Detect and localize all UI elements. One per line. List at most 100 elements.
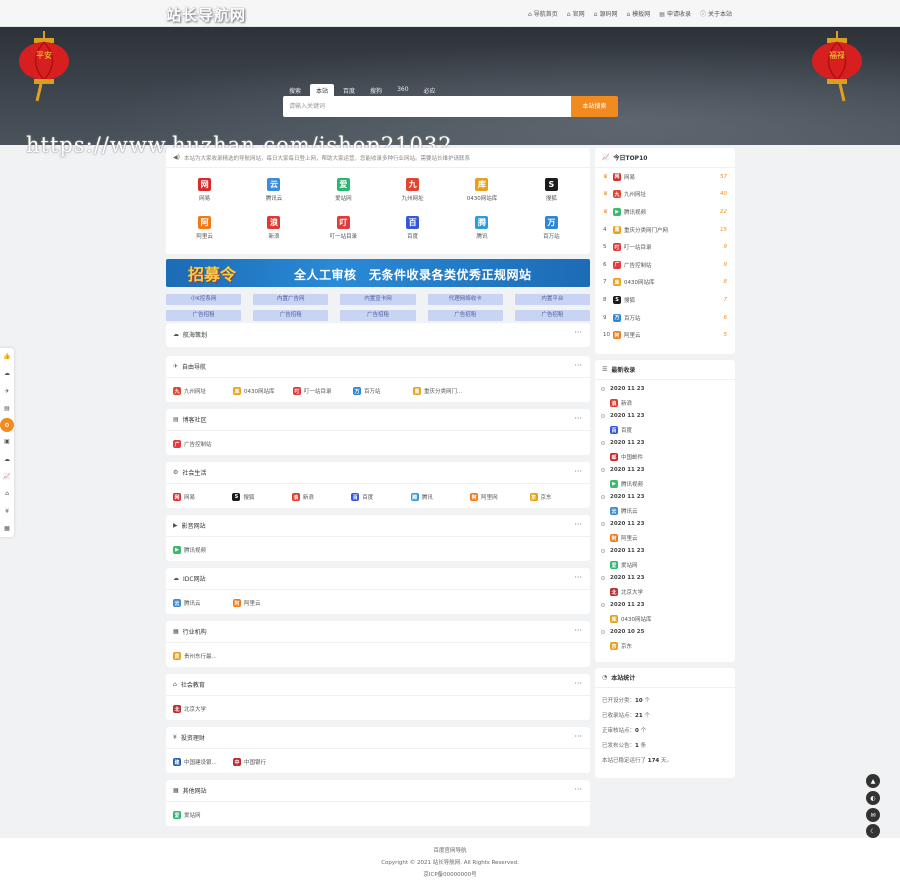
recent-site[interactable]: 百百度 bbox=[610, 424, 735, 438]
site-link[interactable]: 百百度 bbox=[351, 493, 404, 501]
site-link[interactable]: 爱爱站网 bbox=[173, 811, 227, 819]
ad-slot[interactable]: 小K控系网 bbox=[166, 294, 242, 305]
more-icon[interactable]: ··· bbox=[574, 361, 582, 370]
top10-row[interactable]: 10 阿阿里云 5 bbox=[595, 326, 735, 344]
hot-site-item[interactable]: 库 0430网站库 bbox=[447, 174, 516, 212]
recent-site[interactable]: 云腾讯云 bbox=[610, 505, 735, 519]
more-icon[interactable]: ··· bbox=[574, 573, 582, 582]
doc-icon[interactable]: ▤ bbox=[0, 400, 14, 417]
site-link[interactable]: S 搜狐 bbox=[232, 493, 285, 501]
site-link[interactable]: 浪新浪 bbox=[291, 493, 345, 501]
more-icon[interactable]: ··· bbox=[574, 328, 582, 337]
top10-row[interactable]: 5 叮叮一站目录 9 bbox=[595, 238, 735, 256]
recent-item[interactable]: 2020 11 23 库 0430网站库 bbox=[595, 599, 735, 626]
ad-slot[interactable]: 广告招租 bbox=[166, 310, 242, 321]
recent-item[interactable]: 2020 11 23 阿阿里云 bbox=[595, 518, 735, 545]
footer-icp[interactable]: 京ICP备00000000号 bbox=[0, 869, 900, 881]
recruit-banner[interactable]: 招募令 全人工审核 无条件收录各类优秀正规网站 bbox=[166, 259, 590, 287]
recent-site[interactable]: 阿阿里云 bbox=[610, 532, 735, 546]
recent-item[interactable]: 2020 11 23 百百度 bbox=[595, 410, 735, 437]
recent-item[interactable]: 2020 11 23 云腾讯云 bbox=[595, 491, 735, 518]
recent-site[interactable]: ▶ 腾讯视频 bbox=[610, 478, 735, 492]
recent-site[interactable]: 爱爱站网 bbox=[610, 559, 735, 573]
nav-item[interactable]: ⌂ 导航首页 bbox=[528, 9, 558, 18]
hot-site-item[interactable]: 百百度 bbox=[378, 212, 447, 250]
site-link[interactable]: 叮叮一站目录 bbox=[293, 387, 347, 395]
recent-site[interactable]: 浪新浪 bbox=[610, 397, 735, 411]
ad-slot[interactable]: 代理网络收卡 bbox=[427, 294, 503, 305]
hot-site-item[interactable]: 爱爱站网 bbox=[309, 174, 378, 212]
site-link[interactable]: 云腾讯云 bbox=[173, 599, 227, 607]
mail-button[interactable]: ✉ bbox=[866, 808, 880, 822]
hot-site-item[interactable]: 云腾讯云 bbox=[239, 174, 308, 212]
recent-item[interactable]: 2020 11 23 ▶ 腾讯视频 bbox=[595, 464, 735, 491]
ad-slot[interactable]: 广告招租 bbox=[340, 310, 416, 321]
hot-site-item[interactable]: 腾腾讯 bbox=[447, 212, 516, 250]
site-link[interactable]: 北北京大学 bbox=[173, 705, 227, 713]
top10-row[interactable]: 8 S 搜狐 7 bbox=[595, 291, 735, 309]
cloud-icon[interactable]: ☁ bbox=[0, 450, 14, 467]
site-link[interactable]: 重重庆分类网门... bbox=[413, 387, 467, 395]
top10-row[interactable]: ♛ 网网易 57 bbox=[595, 168, 735, 186]
hot-site-item[interactable]: S 搜狐 bbox=[517, 174, 586, 212]
theme-button[interactable]: ◐ bbox=[866, 791, 880, 805]
recent-item[interactable]: 2020 11 23 爱爱站网 bbox=[595, 545, 735, 572]
nav-item[interactable]: ▤ 申请收录 bbox=[659, 9, 691, 18]
hot-site-item[interactable]: 阿阿里云 bbox=[170, 212, 239, 250]
recent-site[interactable]: 京京东 bbox=[610, 640, 735, 654]
nav-item[interactable]: ⌂ 源码网 bbox=[594, 9, 618, 18]
top10-row[interactable]: ♛ ▶ 腾讯视频 22 bbox=[595, 203, 735, 221]
more-icon[interactable]: ··· bbox=[574, 414, 582, 423]
site-link[interactable]: ▶ 腾讯视频 bbox=[173, 546, 227, 554]
plane-icon[interactable]: ✈ bbox=[0, 383, 14, 400]
hot-site-item[interactable]: 万百万站 bbox=[517, 212, 586, 250]
recent-item[interactable]: 2020 11 23 浪新浪 bbox=[595, 383, 735, 410]
ad-slot[interactable]: 广告招租 bbox=[427, 310, 503, 321]
ad-slot[interactable]: 广告招租 bbox=[253, 310, 329, 321]
more-icon[interactable]: ··· bbox=[574, 732, 582, 741]
grad-icon[interactable]: ⌂ bbox=[0, 485, 14, 502]
site-link[interactable]: 京京东 bbox=[529, 493, 583, 501]
hot-site-item[interactable]: 叮叮一站目录 bbox=[309, 212, 378, 250]
box-icon[interactable]: ▣ bbox=[0, 433, 14, 450]
cloud-icon[interactable]: ☁ bbox=[0, 365, 14, 382]
grid-icon[interactable]: ▦ bbox=[0, 520, 14, 537]
top10-row[interactable]: 4 重重庆分类网门户网 15 bbox=[595, 221, 735, 239]
site-link[interactable]: 广广告控制站 bbox=[173, 440, 227, 448]
recent-item[interactable]: 2020 11 23 北北京大学 bbox=[595, 572, 735, 599]
site-logo[interactable]: 站长导航网 bbox=[166, 4, 246, 25]
nav-item[interactable]: ⓘ 关于本站 bbox=[700, 9, 732, 18]
site-link[interactable]: 阿阿里云 bbox=[233, 599, 287, 607]
nav-item[interactable]: ⌂ 官网 bbox=[567, 9, 585, 18]
moon-button[interactable]: ☾ bbox=[866, 824, 880, 838]
site-link[interactable]: 腾腾讯 bbox=[410, 493, 464, 501]
hot-site-item[interactable]: 浪新浪 bbox=[239, 212, 308, 250]
recent-site[interactable]: 库 0430网站库 bbox=[610, 613, 735, 627]
thumb-icon[interactable]: 👍 bbox=[0, 348, 14, 365]
site-link[interactable]: 库 0430网站库 bbox=[233, 387, 287, 395]
site-link[interactable]: 贵贵州东行最... bbox=[173, 652, 227, 660]
more-icon[interactable]: ··· bbox=[574, 626, 582, 635]
recent-site[interactable]: 北北京大学 bbox=[610, 586, 735, 600]
ad-slot[interactable]: 内置广告网 bbox=[253, 294, 329, 305]
more-icon[interactable]: ··· bbox=[574, 467, 582, 476]
top10-row[interactable]: ♛ 九九州网址 40 bbox=[595, 186, 735, 204]
recent-item[interactable]: 2020 10 25 京京东 bbox=[595, 626, 735, 653]
chart-icon[interactable]: 📈 bbox=[0, 468, 14, 485]
search-button[interactable]: 本站搜索 bbox=[571, 96, 618, 117]
site-link[interactable]: 九九州网址 bbox=[173, 387, 227, 395]
recent-site[interactable]: 邮中国邮件 bbox=[610, 451, 735, 465]
top10-row[interactable]: 7 库 0430网站库 8 bbox=[595, 274, 735, 292]
ad-slot[interactable]: 内置平台 bbox=[514, 294, 590, 305]
ad-slot[interactable]: 广告招租 bbox=[514, 310, 590, 321]
site-link[interactable]: 万百万站 bbox=[353, 387, 407, 395]
top10-row[interactable]: 6 广广告控制站 9 bbox=[595, 256, 735, 274]
site-link[interactable]: 阿阿里网 bbox=[470, 493, 523, 501]
site-link[interactable]: 中中国银行 bbox=[233, 758, 287, 766]
recent-item[interactable]: 2020 11 23 邮中国邮件 bbox=[595, 437, 735, 464]
tools-icon[interactable]: ⚙ bbox=[0, 418, 14, 433]
nav-item[interactable]: ⌂ 模板网 bbox=[626, 9, 650, 18]
search-input[interactable]: 请输入关键词 bbox=[283, 96, 571, 117]
back-to-top-button[interactable]: ▲ bbox=[866, 774, 880, 788]
footer-link[interactable]: 百度官网导航 bbox=[0, 845, 900, 857]
